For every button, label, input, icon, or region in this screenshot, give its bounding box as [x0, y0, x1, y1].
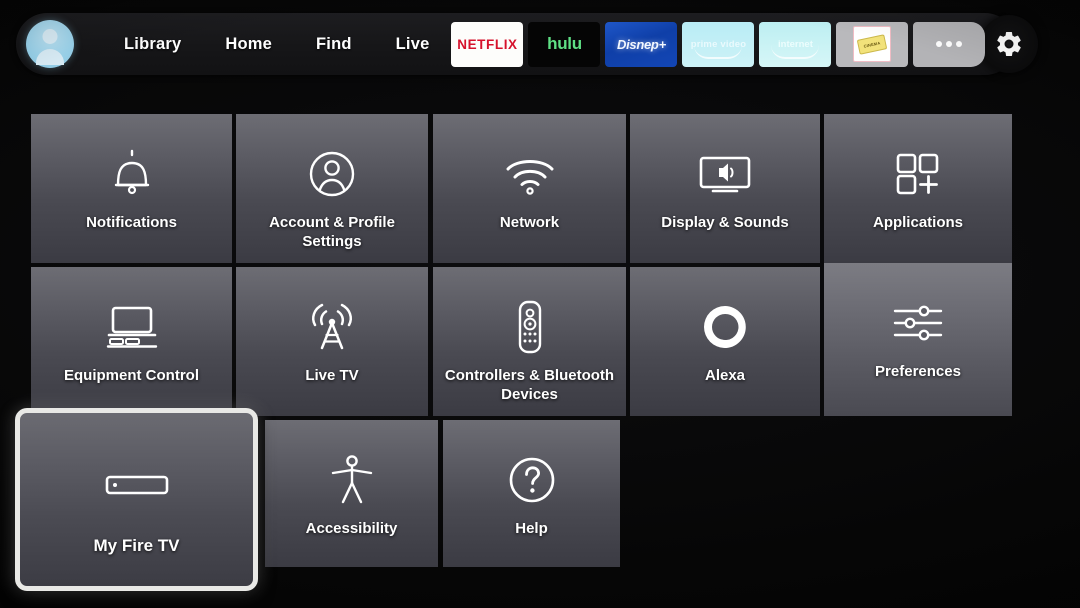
- settings-tile-network-label: Network: [499, 214, 560, 231]
- settings-tile-equipment-control[interactable]: Equipment Control: [31, 267, 232, 416]
- settings-tile-help[interactable]: Help: [443, 420, 620, 567]
- settings-tile-network[interactable]: Network: [433, 114, 626, 263]
- fire-tv-settings-screen: Library Home Find Live NETFLIX hulu Disn…: [0, 0, 1080, 608]
- settings-tile-alexa[interactable]: Alexa: [630, 267, 820, 416]
- settings-tile-my-fire-tv[interactable]: My Fire TV: [15, 408, 258, 591]
- broadcast-tower-icon: [306, 301, 358, 353]
- tv-speaker-icon: [697, 148, 753, 200]
- settings-tile-display-sounds-label: Display & Sounds: [661, 214, 789, 231]
- settings-tile-grid: Notifications Account & Profile Settings: [0, 0, 1080, 608]
- settings-tile-applications[interactable]: Applications: [824, 114, 1012, 263]
- person-circle-icon: [307, 148, 357, 200]
- settings-tile-preferences-label: Preferences: [875, 363, 961, 380]
- remote-icon: [516, 300, 544, 354]
- settings-tile-live-tv-label: Live TV: [305, 367, 359, 384]
- settings-tile-alexa-label: Alexa: [704, 367, 746, 384]
- settings-tile-notifications-label: Notifications: [86, 214, 177, 231]
- settings-tile-account-profile[interactable]: Account & Profile Settings: [236, 114, 428, 263]
- app-grid-plus-icon: [894, 148, 942, 200]
- settings-tile-accessibility[interactable]: Accessibility: [265, 420, 438, 567]
- settings-tile-controllers-bluetooth-label: Controllers & Bluetooth Devices: [444, 367, 615, 403]
- bell-icon: [109, 148, 155, 200]
- settings-tile-preferences[interactable]: Preferences: [824, 263, 1012, 416]
- question-circle-icon: [507, 454, 557, 506]
- settings-tile-controllers-bluetooth[interactable]: Controllers & Bluetooth Devices: [433, 267, 626, 416]
- settings-tile-equipment-control-label: Equipment Control: [64, 367, 199, 384]
- accessibility-icon: [330, 454, 374, 506]
- settings-tile-help-label: Help: [515, 520, 548, 537]
- settings-tile-live-tv[interactable]: Live TV: [236, 267, 428, 416]
- wifi-icon: [503, 148, 557, 200]
- settings-tile-display-sounds[interactable]: Display & Sounds: [630, 114, 820, 263]
- settings-tile-applications-label: Applications: [872, 214, 963, 231]
- settings-tile-account-profile-label: Account & Profile Settings: [269, 214, 395, 250]
- settings-tile-accessibility-label: Accessibility: [305, 520, 398, 537]
- settings-tile-notifications[interactable]: Notifications: [31, 114, 232, 263]
- settings-tile-my-fire-tv-label: My Fire TV: [93, 536, 180, 555]
- alexa-ring-icon: [701, 301, 749, 353]
- sliders-icon: [891, 297, 945, 349]
- firetv-stick-icon: [105, 459, 169, 511]
- monitor-devices-icon: [104, 301, 160, 353]
